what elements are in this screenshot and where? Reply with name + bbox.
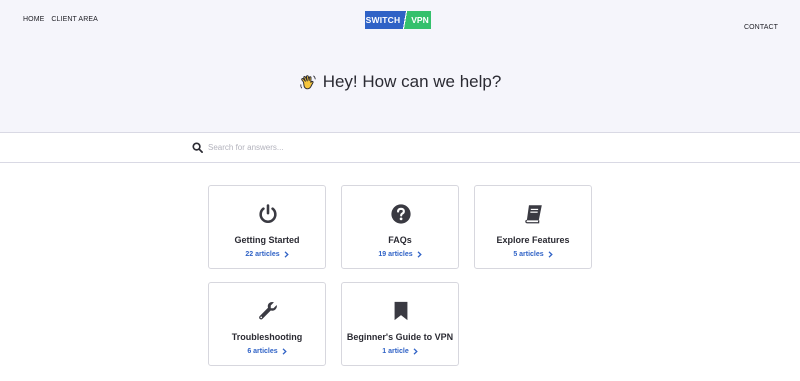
card-title: Explore Features — [496, 235, 570, 245]
book-icon — [525, 205, 542, 224]
card-title: Beginner's Guide to VPN — [346, 332, 454, 342]
search-icon — [192, 142, 203, 153]
logo-divider — [401, 11, 409, 29]
chevron-right-icon — [417, 251, 422, 258]
power-icon — [259, 204, 277, 223]
category-card-faqs[interactable]: FAQs 19 articles — [341, 185, 459, 269]
logo-text-vpn: VPN — [409, 11, 431, 29]
hero-heading: Hey! How can we help? — [0, 72, 800, 92]
card-article-count[interactable]: 19 articles — [342, 251, 458, 258]
card-count-text: 1 article — [382, 348, 409, 355]
card-article-count[interactable]: 1 article — [342, 348, 458, 355]
question-circle-icon — [391, 204, 411, 224]
card-count-text: 19 articles — [378, 251, 413, 258]
chevron-right-icon — [413, 348, 418, 355]
chevron-right-icon — [548, 251, 553, 258]
nav-client-area-link[interactable]: CLIENT AREA — [51, 16, 98, 23]
nav-contact-link[interactable]: CONTACT — [744, 24, 778, 31]
logo-text-switch: SWITCH — [365, 11, 401, 29]
card-article-count[interactable]: 22 articles — [209, 251, 325, 258]
category-card-troubleshooting[interactable]: Troubleshooting 6 articles — [208, 282, 326, 366]
card-count-text: 6 articles — [247, 348, 278, 355]
category-card-getting-started[interactable]: Getting Started 22 articles — [208, 185, 326, 269]
chevron-right-icon — [284, 251, 289, 258]
nav-home-link[interactable]: HOME — [23, 16, 44, 23]
brand-logo[interactable]: SWITCH VPN — [365, 11, 431, 29]
search-input[interactable] — [208, 139, 608, 156]
hero-section: HOME CLIENT AREA SWITCH VPN CONTACT Hey!… — [0, 0, 800, 133]
card-count-text: 5 articles — [513, 251, 544, 258]
card-article-count[interactable]: 6 articles — [209, 348, 325, 355]
category-card-beginners-guide[interactable]: Beginner's Guide to VPN 1 article — [341, 282, 459, 366]
category-card-explore-features[interactable]: Explore Features 5 articles — [474, 185, 592, 269]
nav-left: HOME CLIENT AREA — [23, 16, 98, 23]
hero-title-text: Hey! How can we help? — [322, 72, 502, 91]
card-count-text: 22 articles — [245, 251, 280, 258]
search-bar — [0, 133, 800, 163]
card-title: Troubleshooting — [231, 332, 303, 342]
card-title: Getting Started — [234, 235, 300, 245]
nav-right: CONTACT — [744, 16, 778, 34]
waving-hand-icon — [300, 75, 316, 90]
card-title: FAQs — [388, 235, 412, 245]
chevron-right-icon — [282, 348, 287, 355]
bookmark-icon — [394, 301, 408, 321]
card-article-count[interactable]: 5 articles — [475, 251, 591, 258]
wrench-icon — [259, 302, 277, 320]
